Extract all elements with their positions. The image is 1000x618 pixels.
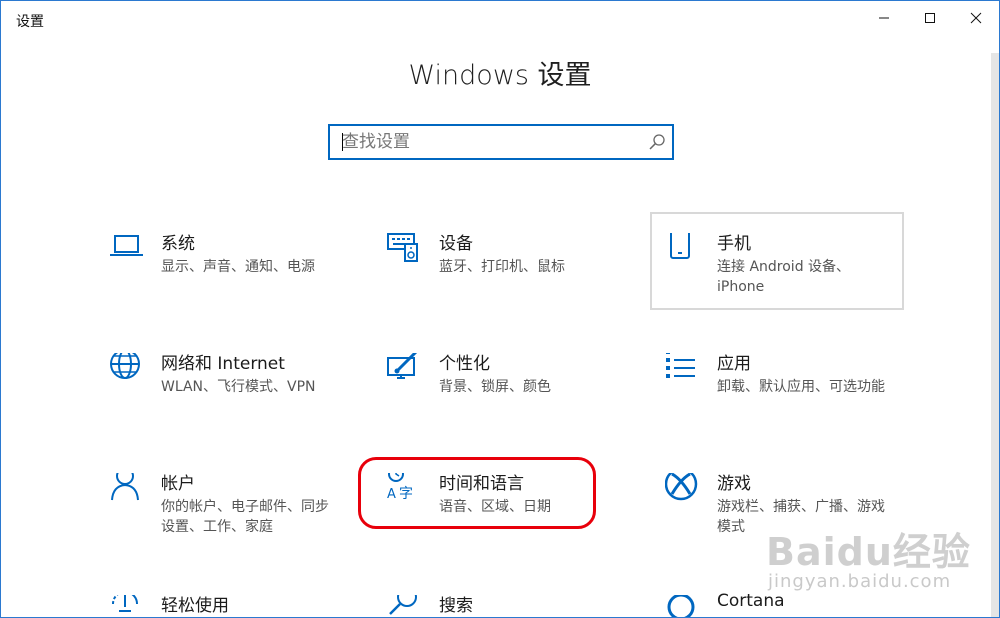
category-system[interactable]: 系统 显示、声音、通知、电源 bbox=[109, 233, 339, 293]
minimize-icon bbox=[878, 12, 890, 24]
paint-brush-icon bbox=[387, 350, 427, 393]
category-desc: 语音、区域、日期 bbox=[439, 499, 551, 515]
category-apps[interactable]: 应用 卸载、默认应用、可选功能 bbox=[665, 350, 895, 423]
category-gaming[interactable]: 游戏 游戏栏、捕获、广播、游戏模式 bbox=[664, 467, 895, 543]
apps-list-icon bbox=[665, 350, 705, 393]
category-desc: 背景、锁屏、颜色 bbox=[439, 379, 551, 395]
category-network[interactable]: 网络和 Internet WLAN、飞行模式、VPN bbox=[109, 349, 339, 413]
category-ease-of-access[interactable]: 轻松使用 bbox=[109, 591, 339, 617]
search-box[interactable] bbox=[328, 124, 674, 160]
category-phone[interactable]: 手机 连接 Android 设备、iPhone bbox=[665, 226, 895, 303]
laptop-icon bbox=[109, 233, 149, 273]
category-time-language[interactable]: A 字 时间和语言 语音、区域、日期 bbox=[387, 466, 587, 523]
category-title: 搜索 bbox=[439, 596, 473, 616]
search-input[interactable] bbox=[342, 126, 642, 158]
category-search[interactable]: 搜索 bbox=[387, 587, 617, 617]
category-accounts[interactable]: 帐户 你的帐户、电子邮件、同步设置、工作、家庭 bbox=[109, 467, 339, 543]
search-magnifier-icon bbox=[387, 587, 427, 617]
category-title: 帐户 bbox=[161, 474, 195, 494]
category-desc: 你的帐户、电子邮件、同步设置、工作、家庭 bbox=[161, 499, 329, 535]
minimize-button[interactable] bbox=[861, 1, 907, 35]
category-desc: 蓝牙、打印机、鼠标 bbox=[439, 259, 565, 275]
category-title: 应用 bbox=[717, 354, 751, 374]
category-desc: 游戏栏、捕获、广播、游戏模式 bbox=[717, 499, 885, 535]
svg-text:A: A bbox=[387, 487, 396, 502]
settings-window: 设置 Windows 设置 查找设置 系统 显示、声音、通知、电源 设备 蓝牙、… bbox=[0, 0, 1000, 618]
category-title: 游戏 bbox=[717, 474, 751, 494]
page-title: Windows 设置 bbox=[408, 60, 592, 91]
category-title: 时间和语言 bbox=[439, 474, 524, 494]
globe-icon bbox=[109, 349, 149, 393]
search-icon[interactable] bbox=[648, 133, 666, 155]
time-language-icon: A 字 bbox=[387, 466, 427, 513]
close-button[interactable] bbox=[953, 1, 999, 35]
close-icon bbox=[970, 12, 982, 24]
category-personalization[interactable]: 个性化 背景、锁屏、颜色 bbox=[387, 350, 617, 413]
xbox-icon bbox=[664, 467, 705, 513]
person-icon bbox=[109, 467, 149, 513]
cortana-circle-icon bbox=[665, 593, 705, 617]
scrollbar-track[interactable] bbox=[991, 53, 999, 617]
category-title: Cortana bbox=[717, 591, 785, 611]
svg-text:字: 字 bbox=[399, 486, 413, 502]
category-desc: 显示、声音、通知、电源 bbox=[161, 259, 315, 275]
window-title: 设置 bbox=[16, 14, 44, 30]
category-title: 个性化 bbox=[439, 354, 490, 374]
category-title: 轻松使用 bbox=[161, 596, 229, 616]
category-devices[interactable]: 设备 蓝牙、打印机、鼠标 bbox=[387, 233, 617, 293]
watermark-url: jingyan.baidu.com bbox=[768, 571, 952, 592]
category-desc: WLAN、飞行模式、VPN bbox=[161, 379, 316, 395]
ease-of-access-icon bbox=[109, 591, 149, 617]
category-cortana[interactable]: Cortana bbox=[665, 591, 895, 617]
phone-icon bbox=[665, 226, 705, 273]
category-desc: 卸载、默认应用、可选功能 bbox=[717, 379, 885, 395]
title-bar[interactable]: 设置 bbox=[1, 1, 999, 37]
maximize-button[interactable] bbox=[907, 1, 953, 35]
category-title: 设备 bbox=[439, 234, 473, 254]
category-desc: 连接 Android 设备、iPhone bbox=[717, 259, 851, 295]
category-title: 系统 bbox=[161, 234, 195, 254]
maximize-icon bbox=[924, 12, 936, 24]
category-title: 网络和 Internet bbox=[161, 354, 285, 374]
keyboard-speaker-icon bbox=[387, 233, 427, 273]
category-title: 手机 bbox=[717, 234, 751, 254]
